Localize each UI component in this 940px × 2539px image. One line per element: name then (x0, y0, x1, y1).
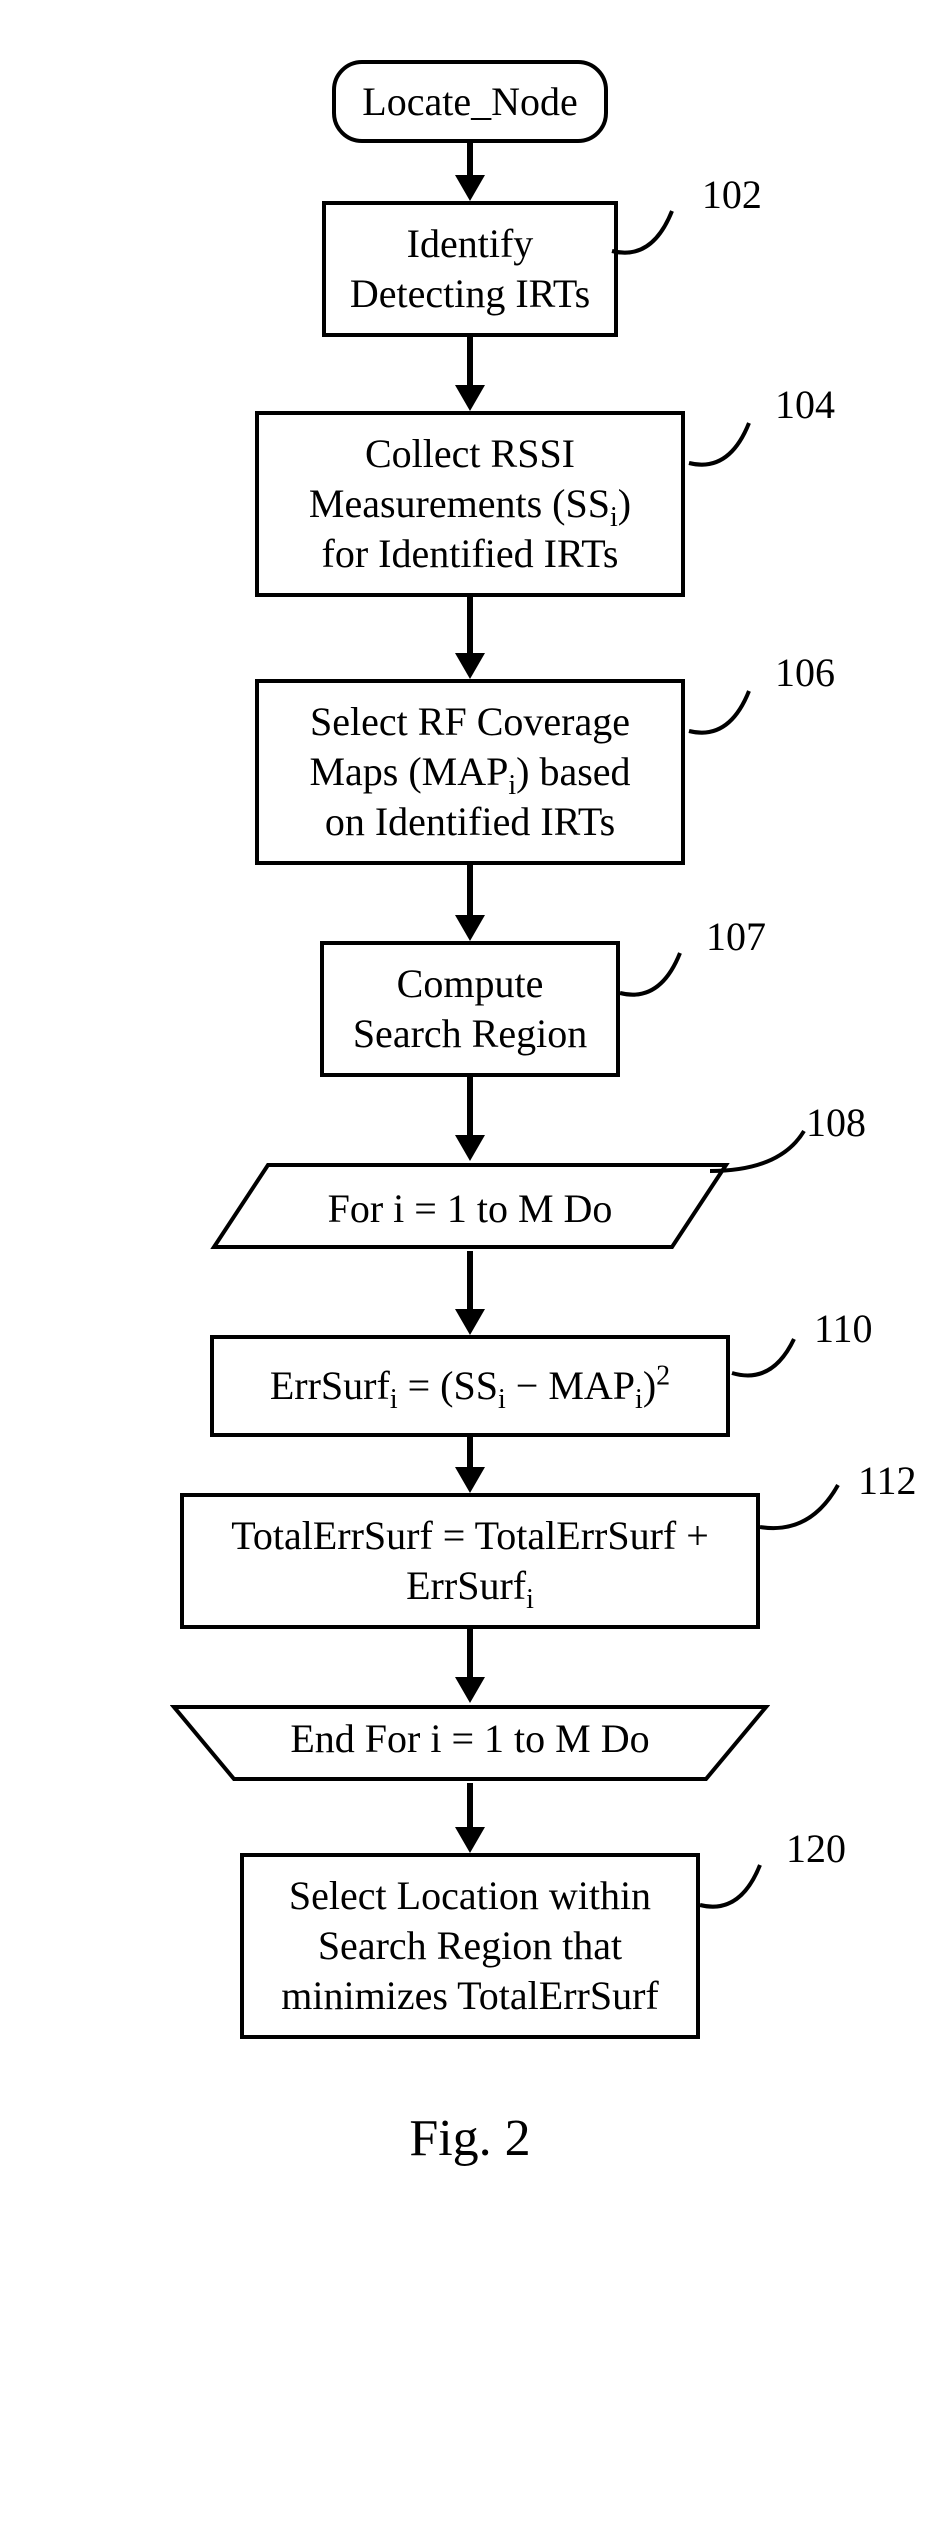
process-text: ComputeSearch Region (353, 961, 587, 1056)
ref-104: 104 (775, 381, 835, 428)
ref-106: 106 (775, 649, 835, 696)
step-selectloc: Select Location withinSearch Region that… (240, 1853, 700, 2039)
process-text: Select Location withinSearch Region that… (281, 1873, 659, 2018)
process-compute: ComputeSearch Region (320, 941, 620, 1077)
step-collect: Collect RSSIMeasurements (SSi)for Identi… (255, 411, 685, 597)
arrow (455, 1783, 485, 1853)
process-selectmaps: Select RF CoverageMaps (MAPi) basedon Id… (255, 679, 685, 865)
process-identify: IdentifyDetecting IRTs (322, 201, 618, 337)
leader-104 (689, 403, 779, 483)
leader-110 (732, 1323, 822, 1393)
loop-start-text: For i = 1 to M Do (210, 1185, 730, 1232)
process-text: Collect RSSIMeasurements (SSi)for Identi… (309, 431, 631, 576)
loop-end-text: End For i = 1 to M Do (170, 1715, 770, 1762)
ref-112: 112 (858, 1457, 917, 1504)
step-compute: ComputeSearch Region 107 (320, 941, 620, 1077)
process-total: TotalErrSurf = TotalErrSurf +ErrSurfi (180, 1493, 760, 1629)
process-errsurf: ErrSurfi = (SSi − MAPi)2 (210, 1335, 730, 1437)
leader-102 (612, 191, 702, 271)
ref-108: 108 (806, 1099, 866, 1146)
leader-112 (760, 1477, 860, 1547)
step-identify: IdentifyDetecting IRTs 102 (322, 201, 618, 337)
arrow (455, 1437, 485, 1493)
process-text: ErrSurfi = (SSi − MAPi)2 (270, 1363, 670, 1408)
leader-107 (620, 933, 710, 1013)
arrow (455, 1629, 485, 1703)
step-errsurf: ErrSurfi = (SSi − MAPi)2 110 (210, 1335, 730, 1437)
arrow (455, 143, 485, 201)
loop-start-shape: For i = 1 to M Do (210, 1161, 730, 1251)
arrow (455, 337, 485, 411)
ref-120: 120 (786, 1825, 846, 1872)
process-selectloc: Select Location withinSearch Region that… (240, 1853, 700, 2039)
terminator-label: Locate_Node (362, 79, 577, 124)
process-collect: Collect RSSIMeasurements (SSi)for Identi… (255, 411, 685, 597)
arrow (455, 1251, 485, 1335)
step-selectmaps: Select RF CoverageMaps (MAPi) basedon Id… (255, 679, 685, 865)
process-text: Select RF CoverageMaps (MAPi) basedon Id… (309, 699, 630, 844)
loop-end-shape: End For i = 1 to M Do (170, 1703, 770, 1783)
terminator-start: Locate_Node (332, 60, 607, 143)
arrow (455, 1077, 485, 1161)
leader-120 (700, 1845, 790, 1925)
step-loopend: End For i = 1 to M Do (170, 1703, 770, 1783)
ref-102: 102 (702, 171, 762, 218)
terminator-wrap: Locate_Node (332, 60, 607, 143)
step-loopstart: For i = 1 to M Do 108 (210, 1161, 730, 1251)
ref-110: 110 (814, 1305, 873, 1352)
arrow (455, 597, 485, 679)
leader-106 (689, 671, 779, 751)
ref-107: 107 (706, 913, 766, 960)
flowchart: Locate_Node IdentifyDetecting IRTs 102 C… (0, 60, 940, 2039)
process-text: IdentifyDetecting IRTs (350, 221, 590, 316)
step-total: TotalErrSurf = TotalErrSurf +ErrSurfi 11… (180, 1493, 760, 1629)
arrow (455, 865, 485, 941)
figure-caption: Fig. 2 (0, 2109, 940, 2168)
process-text: TotalErrSurf = TotalErrSurf +ErrSurfi (231, 1513, 709, 1608)
